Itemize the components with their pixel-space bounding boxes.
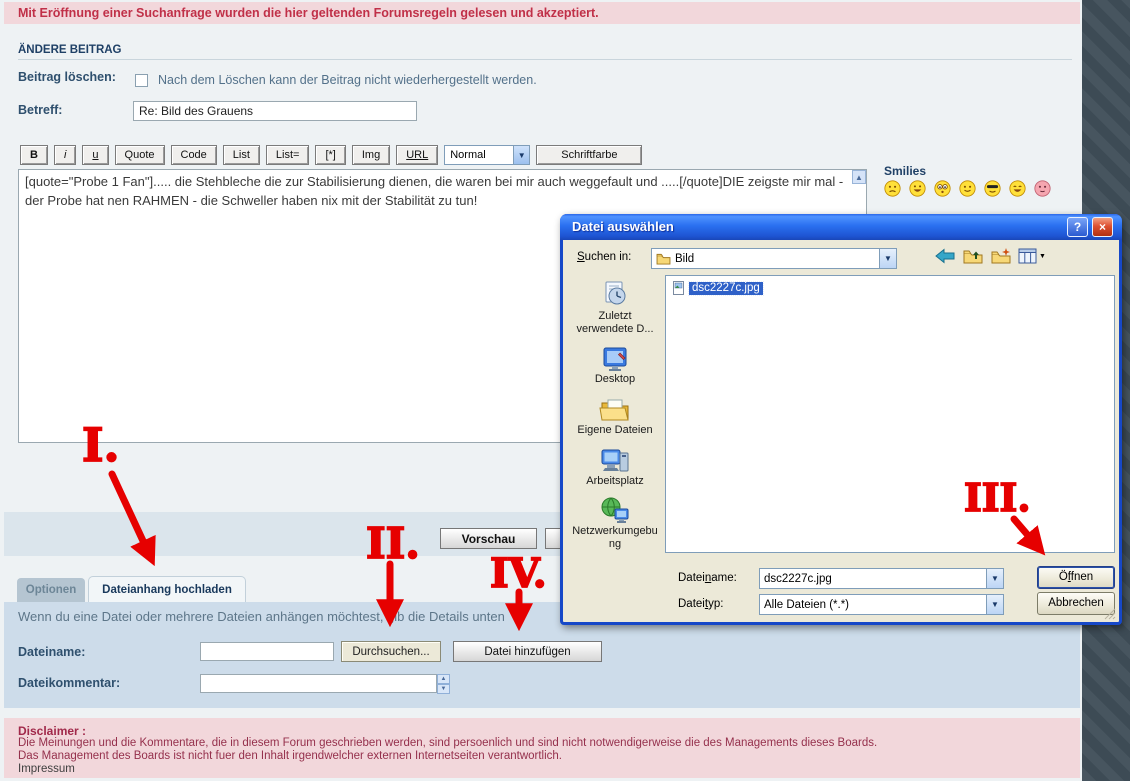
attachment-intro-text: Wenn du eine Datei oder mehrere Dateien … bbox=[18, 609, 505, 624]
subject-input[interactable] bbox=[133, 101, 417, 121]
file-open-dialog: Datei auswählen ? × Suchen in: Bild ▼ ▼ … bbox=[560, 214, 1122, 625]
list-item-button[interactable]: [*] bbox=[315, 145, 345, 165]
help-button[interactable]: ? bbox=[1067, 217, 1088, 237]
file-name: dsc2227c.jpg bbox=[689, 282, 763, 295]
place-desktop[interactable]: Desktop bbox=[571, 345, 659, 386]
smiley-blush-icon[interactable] bbox=[1034, 180, 1051, 197]
delete-post-checkbox[interactable] bbox=[135, 74, 148, 87]
place-network[interactable]: Netzwerkumgebung bbox=[571, 497, 659, 550]
network-icon bbox=[599, 497, 631, 525]
italic-button[interactable]: i bbox=[54, 145, 76, 165]
tab-options[interactable]: Optionen bbox=[17, 578, 85, 602]
open-button[interactable]: Öffnen bbox=[1037, 566, 1115, 589]
smiley-sad-icon[interactable] bbox=[884, 180, 901, 197]
attachment-comment-input[interactable] bbox=[200, 674, 437, 693]
font-color-button[interactable]: Schriftfarbe bbox=[536, 145, 642, 165]
look-in-label: Suchen in: bbox=[577, 251, 631, 263]
code-button[interactable]: Code bbox=[171, 145, 217, 165]
bbcode-toolbar: B i u Quote Code List List= [*] Img URL … bbox=[20, 145, 642, 165]
my-computer-icon bbox=[599, 447, 631, 475]
underline-button[interactable]: u bbox=[82, 145, 108, 165]
places-bar: Zuletzt verwendete D... Desktop Eigene D… bbox=[569, 272, 661, 562]
file-item-selected[interactable]: dsc2227c.jpg bbox=[672, 281, 1114, 295]
attachment-comment-label: Dateikommentar: bbox=[18, 676, 120, 690]
place-recent-documents[interactable]: Zuletzt verwendete D... bbox=[571, 280, 659, 335]
close-icon[interactable]: × bbox=[1092, 217, 1113, 237]
scrollbar-up-icon[interactable]: ▲ bbox=[852, 170, 866, 184]
chevron-down-icon[interactable]: ▼ bbox=[879, 249, 896, 268]
submit-button-partial[interactable] bbox=[545, 528, 561, 549]
font-size-select[interactable]: Normal ▼ bbox=[444, 145, 530, 165]
add-file-button[interactable]: Datei hinzufügen bbox=[453, 641, 602, 662]
smiley-smile-icon[interactable] bbox=[959, 180, 976, 197]
chevron-down-icon: ▼ bbox=[513, 146, 529, 164]
up-folder-icon[interactable] bbox=[962, 247, 984, 265]
disclaimer-line-2: Das Management des Boards ist nicht fuer… bbox=[18, 750, 562, 762]
preview-button[interactable]: Vorschau bbox=[440, 528, 537, 549]
list-button[interactable]: List bbox=[223, 145, 260, 165]
disclaimer-title: Disclaimer : bbox=[18, 724, 86, 738]
attachment-filename-label: Dateiname: bbox=[18, 645, 85, 659]
new-folder-icon[interactable] bbox=[990, 247, 1012, 265]
smiley-cool-icon[interactable] bbox=[984, 180, 1001, 197]
attachment-filename-input[interactable] bbox=[200, 642, 334, 661]
delete-post-label: Beitrag löschen: bbox=[18, 70, 116, 84]
chevron-down-icon[interactable]: ▼ bbox=[986, 569, 1003, 588]
spinner-down-icon[interactable]: ▼ bbox=[437, 684, 450, 694]
quote-button[interactable]: Quote bbox=[115, 145, 165, 165]
dialog-title: Datei auswählen bbox=[572, 219, 674, 234]
spinner-up-icon[interactable]: ▲ bbox=[437, 674, 450, 684]
look-in-select[interactable]: Bild ▼ bbox=[651, 248, 897, 269]
comment-spinner[interactable]: ▲▼ bbox=[437, 674, 450, 693]
ordered-list-button[interactable]: List= bbox=[266, 145, 310, 165]
dialog-filename-combo[interactable]: dsc2227c.jpg ▼ bbox=[759, 568, 1004, 589]
dialog-nav-toolbar: ▼ bbox=[934, 247, 1046, 265]
resize-grip[interactable] bbox=[1103, 607, 1116, 620]
smiley-eek-icon[interactable] bbox=[934, 180, 951, 197]
image-file-icon bbox=[672, 281, 686, 295]
smiley-laugh-icon[interactable] bbox=[1009, 180, 1026, 197]
dialog-filename-label: Dateiname: bbox=[678, 572, 737, 584]
smilies-row bbox=[884, 180, 1051, 197]
dialog-filetype-combo[interactable]: Alle Dateien (*.*) ▼ bbox=[759, 594, 1004, 615]
disclaimer-line-1: Die Meinungen und die Kommentare, die in… bbox=[18, 737, 877, 749]
smiley-grin-icon[interactable] bbox=[909, 180, 926, 197]
subject-label: Betreff: bbox=[18, 103, 62, 117]
back-icon[interactable] bbox=[934, 247, 956, 265]
views-menu-button[interactable]: ▼ bbox=[1018, 248, 1046, 264]
impressum-link[interactable]: Impressum bbox=[18, 763, 75, 775]
place-my-computer[interactable]: Arbeitsplatz bbox=[571, 447, 659, 488]
divider bbox=[18, 59, 1072, 60]
delete-post-note: Nach dem Löschen kann der Beitrag nicht … bbox=[158, 73, 537, 87]
desktop-icon bbox=[600, 345, 630, 373]
browse-button[interactable]: Durchsuchen... bbox=[341, 641, 441, 662]
dialog-titlebar[interactable]: Datei auswählen bbox=[560, 214, 1122, 240]
place-my-documents[interactable]: Eigene Dateien bbox=[571, 396, 659, 437]
folder-icon bbox=[656, 253, 671, 265]
chevron-down-icon: ▼ bbox=[1039, 253, 1046, 260]
forum-rules-banner: Mit Eröffnung einer Suchanfrage wurden d… bbox=[4, 2, 1080, 24]
bold-button[interactable]: B bbox=[20, 145, 48, 165]
dialog-filetype-label: Dateityp: bbox=[678, 598, 723, 610]
smilies-heading: Smilies bbox=[884, 164, 926, 178]
my-documents-icon bbox=[599, 396, 631, 424]
recent-documents-icon bbox=[600, 280, 630, 310]
url-button[interactable]: URL bbox=[396, 145, 438, 165]
img-button[interactable]: Img bbox=[352, 145, 390, 165]
chevron-down-icon[interactable]: ▼ bbox=[986, 595, 1003, 614]
file-list[interactable]: dsc2227c.jpg bbox=[665, 275, 1115, 553]
tab-attachment-upload[interactable]: Dateianhang hochladen bbox=[88, 576, 246, 602]
page-title: ÄNDERE BEITRAG bbox=[18, 44, 122, 56]
views-icon bbox=[1018, 248, 1037, 264]
